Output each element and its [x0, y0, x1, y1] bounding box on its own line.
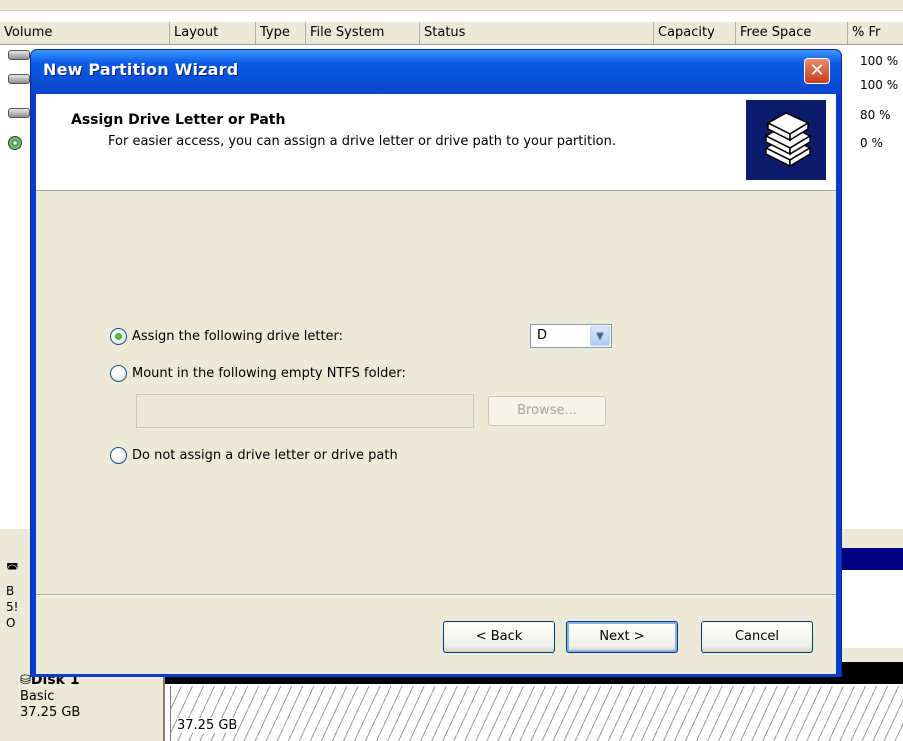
cancel-button[interactable]: Cancel	[701, 621, 813, 653]
mount-folder-label[interactable]: Mount in the following empty NTFS folder…	[132, 366, 406, 381]
cd-drive-icon	[8, 136, 30, 150]
drive-letter-value: D	[537, 328, 548, 343]
wizard-titlebar[interactable]: New Partition Wizard ✕	[31, 50, 841, 94]
wizard-client-area: Assign Drive Letter or Path For easier a…	[36, 94, 836, 674]
new-partition-wizard: New Partition Wizard ✕ Assign Drive Lett…	[30, 49, 842, 677]
mount-folder-radio[interactable]	[110, 365, 127, 382]
disk0-type-fragment: B	[6, 584, 15, 598]
disk0-partition-bar	[838, 548, 903, 570]
close-button[interactable]: ✕	[804, 58, 830, 84]
drive-icon	[8, 50, 30, 64]
disk0-size-fragment: 5!	[6, 600, 19, 614]
no-assign-label[interactable]: Do not assign a drive letter or drive pa…	[132, 448, 398, 463]
close-icon: ✕	[809, 60, 825, 81]
page-title: Assign Drive Letter or Path	[71, 112, 286, 128]
browse-button[interactable]: Browse...	[488, 396, 606, 426]
toolbar-strip	[0, 0, 903, 11]
footer-divider	[36, 594, 836, 596]
wizard-frame-bottom	[31, 674, 841, 677]
column-free-space[interactable]: Free Space	[736, 22, 848, 44]
column-percent-free[interactable]: % Fr	[848, 22, 903, 44]
percent-free-value: 100 %	[860, 54, 899, 68]
back-button[interactable]: < Back	[443, 621, 555, 653]
disk-icon: ◚	[6, 562, 19, 577]
drive-icon	[8, 74, 30, 88]
percent-free-value: 100 %	[860, 78, 899, 92]
chevron-down-icon[interactable]: ▼	[590, 326, 610, 346]
assign-letter-radio[interactable]	[110, 328, 127, 345]
column-capacity[interactable]: Capacity	[654, 22, 736, 44]
wizard-header: Assign Drive Letter or Path For easier a…	[36, 94, 836, 191]
unallocated-size: 37.25 GB	[177, 718, 238, 733]
percent-free-value: 0 %	[860, 136, 883, 150]
next-button[interactable]: Next >	[566, 621, 678, 653]
percent-free-value: 80 %	[860, 108, 891, 122]
no-assign-radio[interactable]	[110, 447, 127, 464]
column-type[interactable]: Type	[256, 22, 306, 44]
drive-letter-select[interactable]: D ▼	[530, 324, 612, 348]
column-file-system[interactable]: File System	[306, 22, 420, 44]
folder-path-input[interactable]	[136, 394, 474, 428]
unallocated-region[interactable]: 37.25 GB	[170, 686, 903, 741]
disk0-status-fragment: O	[6, 616, 16, 630]
page-subtitle: For easier access, you can assign a driv…	[108, 134, 617, 149]
column-volume[interactable]: Volume	[0, 22, 170, 44]
column-status[interactable]: Status	[420, 22, 654, 44]
wizard-title: New Partition Wizard	[43, 60, 239, 79]
assign-letter-label[interactable]: Assign the following drive letter:	[132, 329, 343, 344]
volume-list-header: Volume Layout Type File System Status Ca…	[0, 22, 903, 45]
drive-icon	[8, 108, 30, 122]
disk1-type: Basic	[20, 689, 55, 704]
column-layout[interactable]: Layout	[170, 22, 256, 44]
disk-stack-icon	[746, 100, 826, 180]
disk1-size: 37.25 GB	[20, 705, 81, 720]
